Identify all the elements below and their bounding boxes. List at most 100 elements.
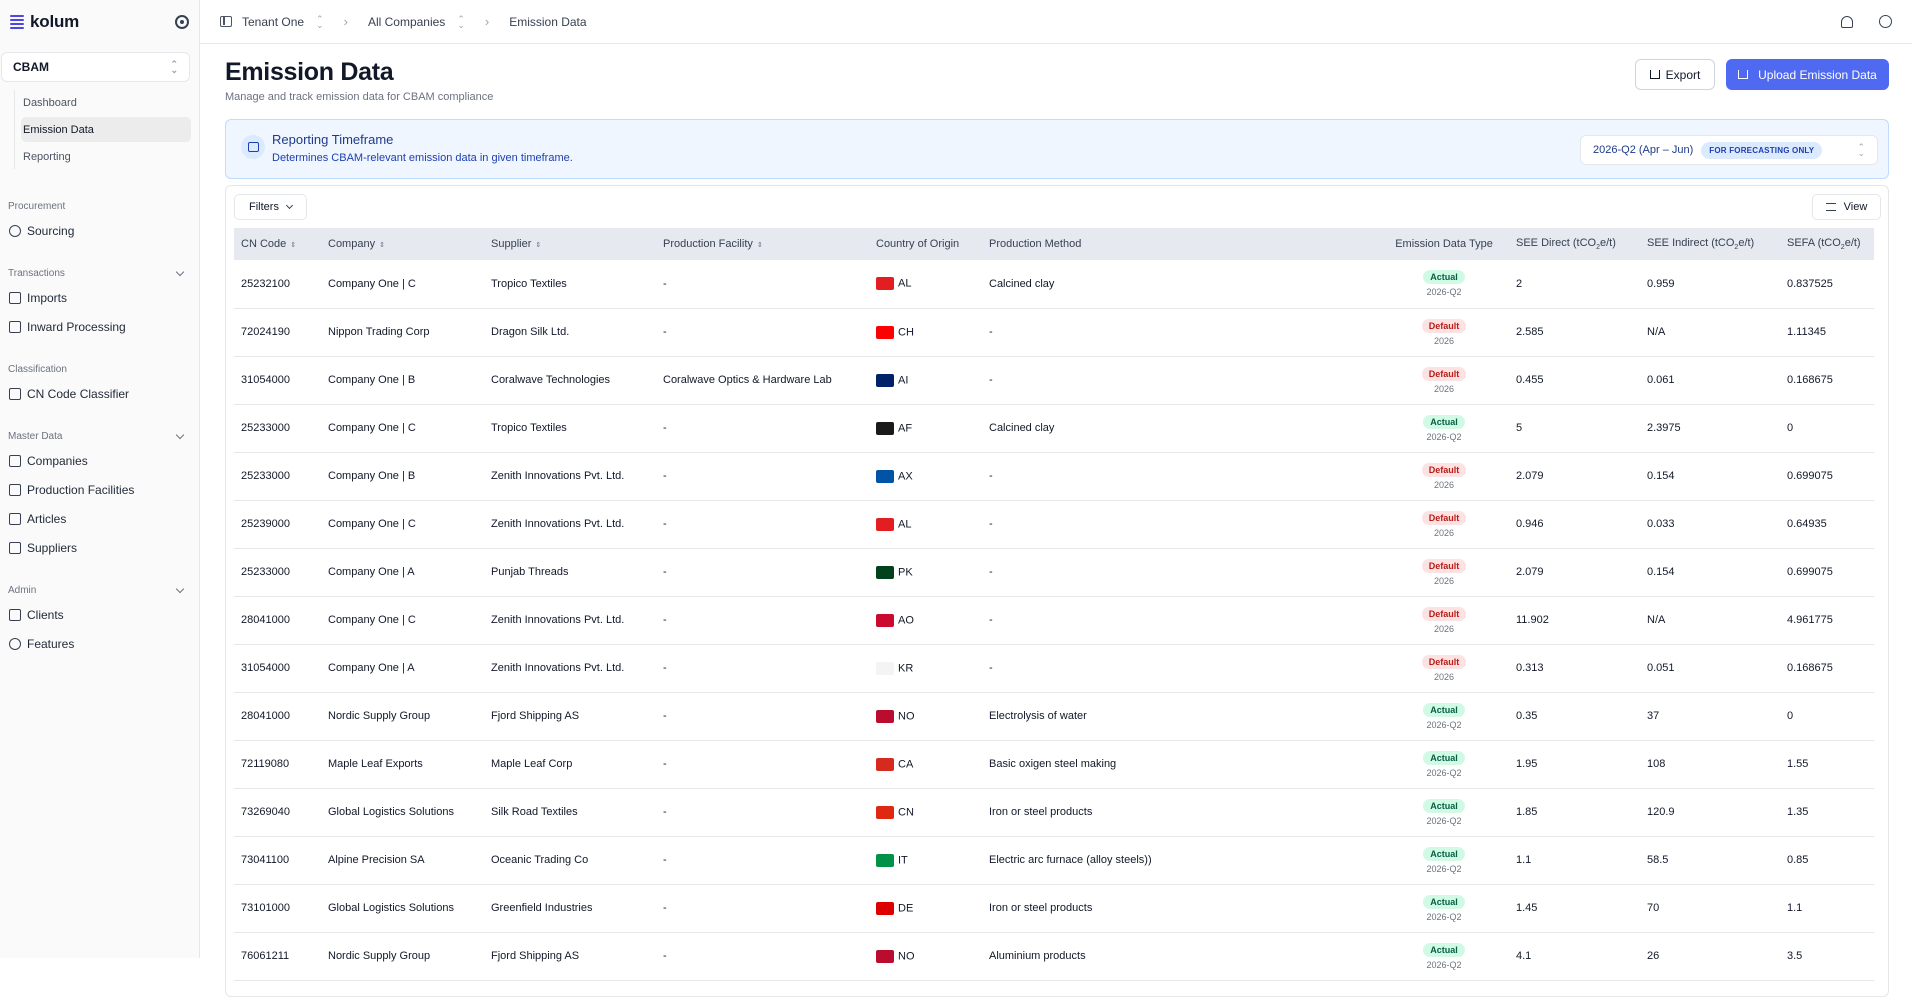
emission-type-badge: Actual <box>1423 414 1465 429</box>
column-header[interactable]: Production Facility ⇕ <box>656 228 869 260</box>
table-row[interactable]: 31054000 Company One | A Zenith Innovation… <box>234 644 1874 693</box>
sidebar-item-suppliers[interactable]: Suppliers <box>0 533 199 562</box>
flag-icon <box>876 757 894 771</box>
chevron-down-icon[interactable] <box>175 584 185 593</box>
timeframe-description: Determines CBAM-relevant emission data i… <box>272 152 573 164</box>
main-content: Emission Data Manage and track emission … <box>225 44 1889 997</box>
table-row[interactable]: 28041000 Nordic Supply Group Fjord Shippin… <box>234 692 1874 741</box>
cell-method: Calcined clay <box>982 404 1379 453</box>
sidebar-item-sourcing[interactable]: Sourcing <box>0 216 199 245</box>
sort-icon[interactable]: ⇕ <box>535 242 541 249</box>
table-row[interactable]: 73101000 Global Logistics Solutions Greenf… <box>234 884 1874 933</box>
cell-direct: 0.313 <box>1509 644 1640 693</box>
country-code: AI <box>898 373 909 386</box>
view-button[interactable]: View <box>1812 194 1881 220</box>
breadcrumb: Tenant One ⌃ ⌄ › All Companies ⌃ ⌄ › Emiss… <box>242 14 587 29</box>
sidebar-item-companies[interactable]: Companies <box>0 446 199 475</box>
subnav-dashboard[interactable]: Dashboard <box>21 90 191 115</box>
nav-section-label[interactable]: Transactions <box>0 263 199 283</box>
module-selector[interactable]: CBAM ⌃ ⌄ <box>1 52 190 82</box>
table-row[interactable]: 31054000 Company One | B Coralwave Technol… <box>234 356 1874 405</box>
table-row[interactable]: 76061211 Nordic Supply Group Fjord Shippin… <box>234 932 1874 981</box>
view-label: View <box>1843 201 1868 213</box>
emission-period: 2026 <box>1433 335 1455 346</box>
filters-button[interactable]: Filters <box>234 194 307 220</box>
export-button[interactable]: Export <box>1635 59 1715 90</box>
sidebar-item-label: Clients <box>27 607 64 622</box>
cell-type: Default 2026 <box>1379 644 1509 693</box>
column-header[interactable]: Supplier ⇕ <box>484 228 656 260</box>
cell-country: CA <box>869 740 982 789</box>
cell-country: AF <box>869 404 982 453</box>
cell-supplier: Silk Road Textiles <box>484 788 656 837</box>
nav-section-label[interactable]: Master Data <box>0 426 199 446</box>
breadcrumb-tenant[interactable]: Tenant One <box>242 15 304 29</box>
timeframe-select[interactable]: 2026-Q2 (Apr – Jun) FOR FORECASTING ONLY… <box>1580 135 1878 165</box>
unit-tail: e/t) <box>1844 236 1861 249</box>
emission-period: 2026-Q2 <box>1426 767 1462 778</box>
table-row[interactable]: 25233000 Company One | B Zenith Innovation… <box>234 452 1874 501</box>
emission-data-table: CN Code ⇕ Company ⇕ Supplier ⇕ Production Faci… <box>234 228 1874 981</box>
sidebar-item-inward-processing[interactable]: Inward Processing <box>0 312 199 341</box>
table-row[interactable]: 25233000 Company One | C Tropico Textiles -… <box>234 404 1874 453</box>
chevron-down-icon[interactable] <box>175 267 185 276</box>
sidebar-item-production-facilities[interactable]: Production Facilities <box>0 475 199 504</box>
tenant-switch-icon[interactable]: ⌃ ⌄ <box>316 14 324 29</box>
subnav-reporting[interactable]: Reporting <box>21 144 191 169</box>
country-code: AL <box>898 277 912 290</box>
cell-method: - <box>982 644 1379 693</box>
sort-icon[interactable]: ⇕ <box>379 242 385 249</box>
cell-type: Default 2026 <box>1379 452 1509 501</box>
table-row[interactable]: 28041000 Company One | C Zenith Innovation… <box>234 596 1874 645</box>
cell-indirect: 120.9 <box>1640 788 1780 837</box>
toggle-sidebar-icon[interactable] <box>220 16 232 27</box>
sidebar-item-label: Production Facilities <box>27 482 135 497</box>
flag-icon <box>876 565 894 579</box>
column-header[interactable]: Company ⇕ <box>321 228 484 260</box>
nav-section-label[interactable]: Admin <box>0 580 199 600</box>
table-row[interactable]: 25233000 Company One | A Punjab Threads - PK… <box>234 548 1874 597</box>
breadcrumb-companies[interactable]: All Companies <box>368 15 445 29</box>
column-header: SEFA (tCO2e/t) <box>1780 228 1874 260</box>
table-row[interactable]: 73041100 Alpine Precision SA Oceanic Tradi… <box>234 836 1874 885</box>
bell-icon[interactable] <box>1841 15 1853 28</box>
cell-supplier: Tropico Textiles <box>484 260 656 309</box>
cell-company: Nordic Supply Group <box>321 932 484 981</box>
upload-emission-data-button[interactable]: Upload Emission Data <box>1726 59 1889 90</box>
cell-sefa: 0.168675 <box>1780 356 1874 405</box>
globe-icon[interactable] <box>1879 15 1892 28</box>
truck-icon <box>9 541 21 554</box>
sidebar-item-cn-code-classifier[interactable]: CN Code Classifier <box>0 379 199 408</box>
cell-type: Actual 2026-Q2 <box>1379 692 1509 741</box>
table-row[interactable]: 72119080 Maple Leaf Exports Maple Leaf Cor… <box>234 740 1874 789</box>
sort-icon[interactable]: ⇕ <box>757 242 763 249</box>
subnav-emission-data[interactable]: Emission Data <box>21 117 191 142</box>
column-header[interactable]: CN Code ⇕ <box>234 228 321 260</box>
table-row[interactable]: 25232100 Company One | C Tropico Textiles -… <box>234 260 1874 309</box>
table-row[interactable]: 73269040 Global Logistics Solutions Silk R… <box>234 788 1874 837</box>
sidebar-item-articles[interactable]: Articles <box>0 504 199 533</box>
emission-type-badge: Actual <box>1423 894 1465 909</box>
settings-gear-icon[interactable] <box>175 15 189 29</box>
sort-icon[interactable]: ⇕ <box>290 242 296 249</box>
sidebar-item-imports[interactable]: Imports <box>0 283 199 312</box>
sidebar-item-features[interactable]: Features <box>0 629 199 658</box>
cell-supplier: Dragon Silk Ltd. <box>484 308 656 357</box>
table-row[interactable]: 25239000 Company One | C Zenith Innovation… <box>234 500 1874 549</box>
column-header-label: Supplier <box>491 238 532 250</box>
table-row[interactable]: 72024190 Nippon Trading Corp Dragon Silk L… <box>234 308 1874 357</box>
cell-facility: - <box>656 548 869 597</box>
cell-direct: 0.35 <box>1509 692 1640 741</box>
chevron-down-icon[interactable] <box>175 430 185 439</box>
cell-indirect: 0.051 <box>1640 644 1780 693</box>
flag-icon <box>876 277 894 291</box>
cell-country: IT <box>869 836 982 885</box>
cell-type: Actual 2026-Q2 <box>1379 788 1509 837</box>
emission-type-badge: Actual <box>1423 942 1465 957</box>
sidebar-item-label: Articles <box>27 511 67 526</box>
flag-icon <box>876 853 894 867</box>
cell-direct: 1.1 <box>1509 836 1640 885</box>
sidebar-item-clients[interactable]: Clients <box>0 600 199 629</box>
cell-supplier: Oceanic Trading Co <box>484 836 656 885</box>
company-switch-icon[interactable]: ⌃ ⌄ <box>457 14 465 29</box>
